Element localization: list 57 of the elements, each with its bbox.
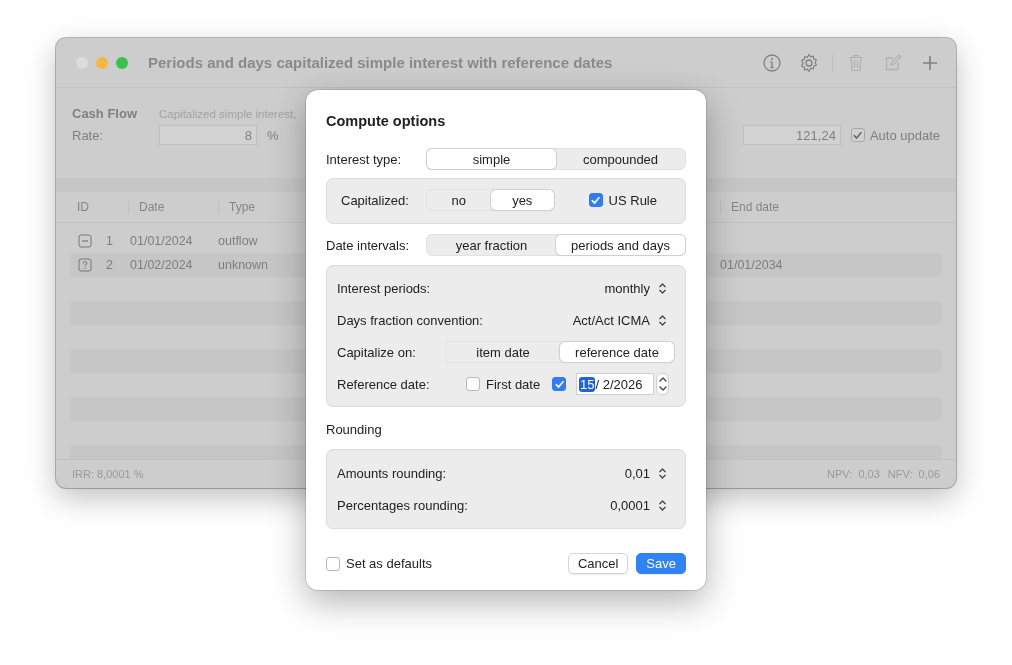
table-cell-text: 01/02/2024 — [129, 258, 193, 272]
segment-option[interactable]: periods and days — [556, 235, 685, 255]
cancel-button[interactable]: Cancel — [567, 553, 629, 574]
field-label: Interest periods: — [337, 280, 431, 296]
up-down-arrows-icon — [658, 466, 667, 480]
stepper[interactable] — [656, 373, 669, 395]
table-cell: 2 — [106, 258, 113, 272]
field-label: Capitalize on: — [337, 344, 417, 360]
percent-label: % — [267, 127, 279, 143]
checkbox[interactable] — [588, 193, 603, 207]
checkbox[interactable] — [552, 377, 566, 391]
section-title: Rounding — [326, 422, 383, 437]
up-down-arrows-icon — [658, 313, 667, 327]
info-icon[interactable] — [762, 52, 782, 73]
field-label: Interest type: — [326, 151, 403, 167]
date-field[interactable]: 15/ 2/2026 — [576, 373, 654, 395]
segment-option[interactable]: yes — [490, 190, 554, 210]
up-down-arrows-icon — [658, 498, 667, 512]
checkbox[interactable] — [466, 377, 480, 391]
field-label: Reference date: — [337, 376, 431, 392]
checkbox[interactable] — [850, 128, 865, 142]
dialog-title: Compute options — [326, 113, 447, 129]
segment-option[interactable]: item date — [446, 342, 560, 362]
field-label: Percentages rounding: — [337, 497, 468, 513]
checkbox-label: Auto update — [869, 127, 940, 143]
question-square-icon — [78, 258, 92, 272]
table-cell: 1 — [106, 234, 113, 248]
window-title: Periods and days capitalized simple interest with reference dates — [148, 54, 613, 71]
table-cell: unknown — [218, 258, 269, 272]
segment-option[interactable]: year fraction — [427, 235, 556, 255]
field-label: Days fraction convention: — [337, 312, 483, 328]
checkbox-label: Set as defaults — [346, 556, 432, 571]
settings-icon[interactable] — [799, 52, 819, 73]
zoom-button[interactable] — [116, 56, 128, 69]
minimize-button[interactable] — [96, 56, 108, 69]
field-label: Capitalized: — [341, 192, 410, 208]
popup-button[interactable]: Act/Act ICMA — [572, 312, 650, 328]
save-button[interactable]: Save — [636, 553, 686, 574]
popup-button[interactable]: monthly — [604, 280, 650, 296]
segment-option[interactable]: reference date — [560, 342, 674, 362]
checkbox-label: US Rule — [608, 192, 657, 208]
checkbox[interactable] — [326, 556, 340, 571]
popup-button[interactable]: 0,0001 — [610, 497, 650, 513]
table-cell: 01/01/2034 — [720, 258, 783, 272]
table-cell-text: 01/01/2024 — [129, 234, 193, 248]
segment-option[interactable]: simple — [427, 149, 556, 169]
segment-option[interactable]: no — [427, 190, 491, 210]
segment-option[interactable]: compounded — [556, 149, 685, 169]
popup-button[interactable]: 0,01 — [624, 465, 650, 481]
section-title: Cash Flow — [72, 106, 137, 121]
field-label: Date intervals: — [326, 237, 411, 253]
up-down-arrows-icon — [658, 281, 667, 295]
field-label: Amounts rounding: — [337, 465, 447, 481]
table-cell: outflow — [218, 234, 258, 248]
checkbox-label: First date — [486, 376, 541, 392]
minus-square-icon — [78, 234, 92, 248]
rate-label: Rate: — [72, 127, 104, 143]
